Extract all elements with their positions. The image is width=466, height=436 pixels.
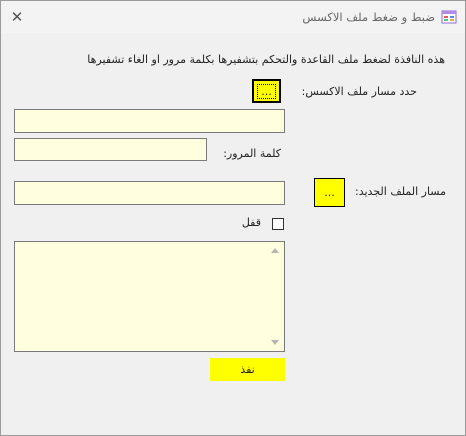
lock-checkbox[interactable] <box>272 218 284 230</box>
source-path-input[interactable] <box>14 109 285 133</box>
password-label: كلمة المرور: <box>223 147 281 160</box>
compact-dialog-window: ✕ ضبط و ضغط ملف الاكسس هذه النافذة لضغط … <box>0 0 466 436</box>
close-icon: ✕ <box>10 8 24 26</box>
password-input[interactable] <box>14 138 207 161</box>
target-path-label: مسار الملف الجديد: <box>355 185 446 198</box>
source-browse-label: ... <box>257 83 276 99</box>
target-browse-button[interactable]: ... <box>314 178 345 207</box>
log-textarea[interactable] <box>14 241 285 352</box>
app-icon <box>441 10 457 24</box>
window-title: ضبط و ضغط ملف الاكسس <box>302 10 435 24</box>
scroll-down-icon[interactable] <box>271 340 279 345</box>
title-bar: ✕ ضبط و ضغط ملف الاكسس <box>1 1 465 33</box>
log-scrollbar[interactable] <box>267 242 284 351</box>
execute-button[interactable]: نفذ <box>210 358 285 381</box>
source-browse-button[interactable]: ... <box>252 79 281 103</box>
target-browse-label: ... <box>324 186 335 199</box>
description-text: هذه النافذة لضغط ملف القاعدة والتحكم بتش… <box>87 53 445 66</box>
scroll-up-icon[interactable] <box>271 248 279 253</box>
lock-label: قفل <box>241 216 261 229</box>
target-path-input[interactable] <box>14 181 285 205</box>
close-button[interactable]: ✕ <box>1 1 33 33</box>
source-path-label: حدد مسار ملف الاكسس: <box>301 85 417 98</box>
execute-label: نفذ <box>240 363 255 376</box>
